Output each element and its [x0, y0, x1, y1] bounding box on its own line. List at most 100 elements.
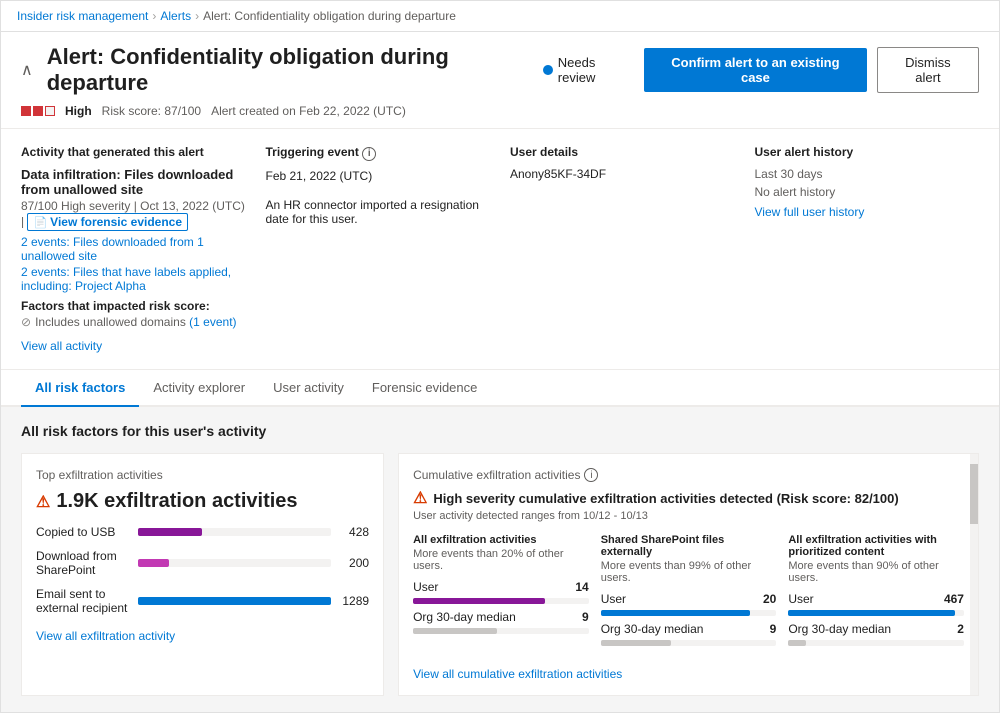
stat-bar-3-median	[788, 640, 964, 646]
breadcrumb: Insider risk management › Alerts › Alert…	[1, 1, 999, 32]
factors-title: Factors that impacted risk score:	[21, 299, 246, 313]
activity-col-title: Activity that generated this alert	[21, 145, 246, 159]
breadcrumb-sep-1: ›	[152, 9, 156, 23]
stat-value-2-median: 9	[770, 622, 777, 636]
bar-fill-sharepoint	[138, 559, 169, 567]
risk-squares	[21, 106, 55, 116]
activity-subtitle: 87/100 High severity | Oct 13, 2022 (UTC…	[21, 199, 246, 231]
stat-col-3-title: All exfiltration activities with priorit…	[788, 534, 964, 558]
stat-label-2-user: User	[601, 592, 626, 606]
event-link-2[interactable]: 2 events: Files that have labels applied…	[21, 265, 246, 293]
alert-created: Alert created on Feb 22, 2022 (UTC)	[211, 104, 406, 118]
tab-activity-explorer[interactable]: Activity explorer	[139, 370, 259, 407]
bar-value-sharepoint: 200	[339, 556, 369, 570]
page-title: Alert: Confidentiality obligation during…	[47, 44, 543, 96]
exfil-count: ⚠ 1.9K exfiltration activities	[36, 490, 369, 513]
bar-label-email: Email sent to external recipient	[36, 587, 132, 615]
risk-factors-section: All risk factors for this user's activit…	[1, 407, 999, 712]
event-link-1[interactable]: 2 events: Files downloaded from 1 unallo…	[21, 235, 246, 263]
top-exfil-title: Top exfiltration activities	[36, 468, 369, 482]
stat-bar-fill-3-user	[788, 610, 955, 616]
stat-value-3-user: 467	[944, 592, 964, 606]
stat-label-2-median: Org 30-day median	[601, 622, 704, 636]
risk-level: High	[65, 104, 92, 118]
view-all-activity-link[interactable]: View all activity	[21, 339, 246, 353]
scrollbar-thumb[interactable]	[970, 464, 978, 524]
view-all-cumul-exfil: View all cumulative exfiltration activit…	[413, 666, 964, 681]
stat-col-2: Shared SharePoint files externally More …	[601, 534, 777, 652]
cumul-title-text: Cumulative exfiltration activities	[413, 468, 580, 482]
risk-factors-section-title: All risk factors for this user's activit…	[21, 423, 979, 439]
cumul-title: Cumulative exfiltration activities i	[413, 468, 964, 482]
stat-row-1-user: User 14	[413, 580, 589, 594]
view-full-history-link[interactable]: View full user history	[755, 205, 980, 219]
activity-data-title: Data infiltration: Files downloaded from…	[21, 167, 246, 197]
forensic-evidence-link[interactable]: 📄 View forensic evidence	[27, 213, 188, 231]
bar-label-usb: Copied to USB	[36, 525, 132, 539]
stat-bar-fill-1-user	[413, 598, 545, 604]
top-exfil-panel: Top exfiltration activities ⚠ 1.9K exfil…	[21, 453, 384, 696]
stat-label-1-user: User	[413, 580, 438, 594]
stat-bar-2-median	[601, 640, 777, 646]
stat-row-3-user: User 467	[788, 592, 964, 606]
stat-row-2-median: Org 30-day median 9	[601, 622, 777, 636]
risk-sq-2	[33, 106, 43, 116]
bar-label-sharepoint: Download from SharePoint	[36, 549, 132, 577]
alert-history-col: User alert history Last 30 days No alert…	[755, 145, 980, 353]
stat-bar-fill-3-median	[788, 640, 806, 646]
factor-link-1[interactable]: (1 event)	[189, 315, 236, 329]
warning-icon: ⚠	[36, 492, 50, 512]
user-details-title: User details	[510, 145, 735, 159]
stat-bar-fill-2-median	[601, 640, 671, 646]
view-all-exfil-link[interactable]: View all exfiltration activity	[36, 629, 175, 643]
stat-bar-3-user	[788, 610, 964, 616]
tab-forensic-evidence[interactable]: Forensic evidence	[358, 370, 492, 407]
stat-value-1-user: 14	[575, 580, 588, 594]
cumul-info-icon[interactable]: i	[584, 468, 598, 482]
stat-col-1-title: All exfiltration activities	[413, 534, 589, 546]
cumul-exfil-panel: Cumulative exfiltration activities i ⚠ H…	[398, 453, 979, 696]
tab-all-risk-factors[interactable]: All risk factors	[21, 370, 139, 407]
status-badge: Needs review	[543, 55, 634, 85]
risk-sq-3	[45, 106, 55, 116]
status-dot	[543, 65, 553, 75]
triggering-col-title: Triggering event i	[266, 145, 491, 161]
cumul-severity: ⚠ High severity cumulative exfiltration …	[413, 488, 964, 508]
breadcrumb-link-alerts[interactable]: Alerts	[160, 9, 191, 23]
dismiss-alert-button[interactable]: Dismiss alert	[877, 47, 979, 93]
status-label: Needs review	[558, 55, 634, 85]
stat-bar-fill-1-median	[413, 628, 497, 634]
triggering-date: Feb 21, 2022 (UTC)	[266, 169, 491, 183]
breadcrumb-link-insider[interactable]: Insider risk management	[17, 9, 148, 23]
activity-col: Activity that generated this alert Data …	[21, 145, 246, 353]
bar-row-email: Email sent to external recipient 1289	[36, 587, 369, 615]
stat-label-3-median: Org 30-day median	[788, 622, 891, 636]
risk-score: Risk score: 87/100	[102, 104, 201, 118]
breadcrumb-current: Alert: Confidentiality obligation during…	[203, 9, 456, 23]
stat-bar-fill-2-user	[601, 610, 750, 616]
scrollbar-track[interactable]	[970, 454, 978, 695]
stat-value-2-user: 20	[763, 592, 776, 606]
bar-row-usb: Copied to USB 428	[36, 525, 369, 539]
tab-user-activity[interactable]: User activity	[259, 370, 358, 407]
view-all-exfil: View all exfiltration activity	[36, 629, 369, 643]
triggering-info-icon[interactable]: i	[362, 147, 376, 161]
confirm-alert-button[interactable]: Confirm alert to an existing case	[644, 48, 867, 92]
risk-info: High Risk score: 87/100 Alert created on…	[21, 104, 979, 118]
stat-bar-1-median	[413, 628, 589, 634]
stat-col-3-sub: More events than 90% of other users.	[788, 560, 964, 584]
stat-col-1: All exfiltration activities More events …	[413, 534, 589, 652]
stat-value-3-median: 2	[957, 622, 964, 636]
bar-fill-email	[138, 597, 331, 605]
stat-row-2-user: User 20	[601, 592, 777, 606]
header-section: ∧ Alert: Confidentiality obligation duri…	[1, 32, 999, 129]
stats-grid: All exfiltration activities More events …	[413, 534, 964, 652]
collapse-button[interactable]: ∧	[21, 60, 33, 80]
stat-col-1-sub: More events than 20% of other users.	[413, 548, 589, 572]
bar-row-sharepoint: Download from SharePoint 200	[36, 549, 369, 577]
alert-grid: Activity that generated this alert Data …	[21, 145, 979, 353]
stat-row-1-median: Org 30-day median 9	[413, 610, 589, 624]
view-all-cumul-link[interactable]: View all cumulative exfiltration activit…	[413, 667, 622, 681]
header-actions: Needs review Confirm alert to an existin…	[543, 47, 979, 93]
factor-item-1: ⊘ Includes unallowed domains (1 event)	[21, 315, 246, 329]
